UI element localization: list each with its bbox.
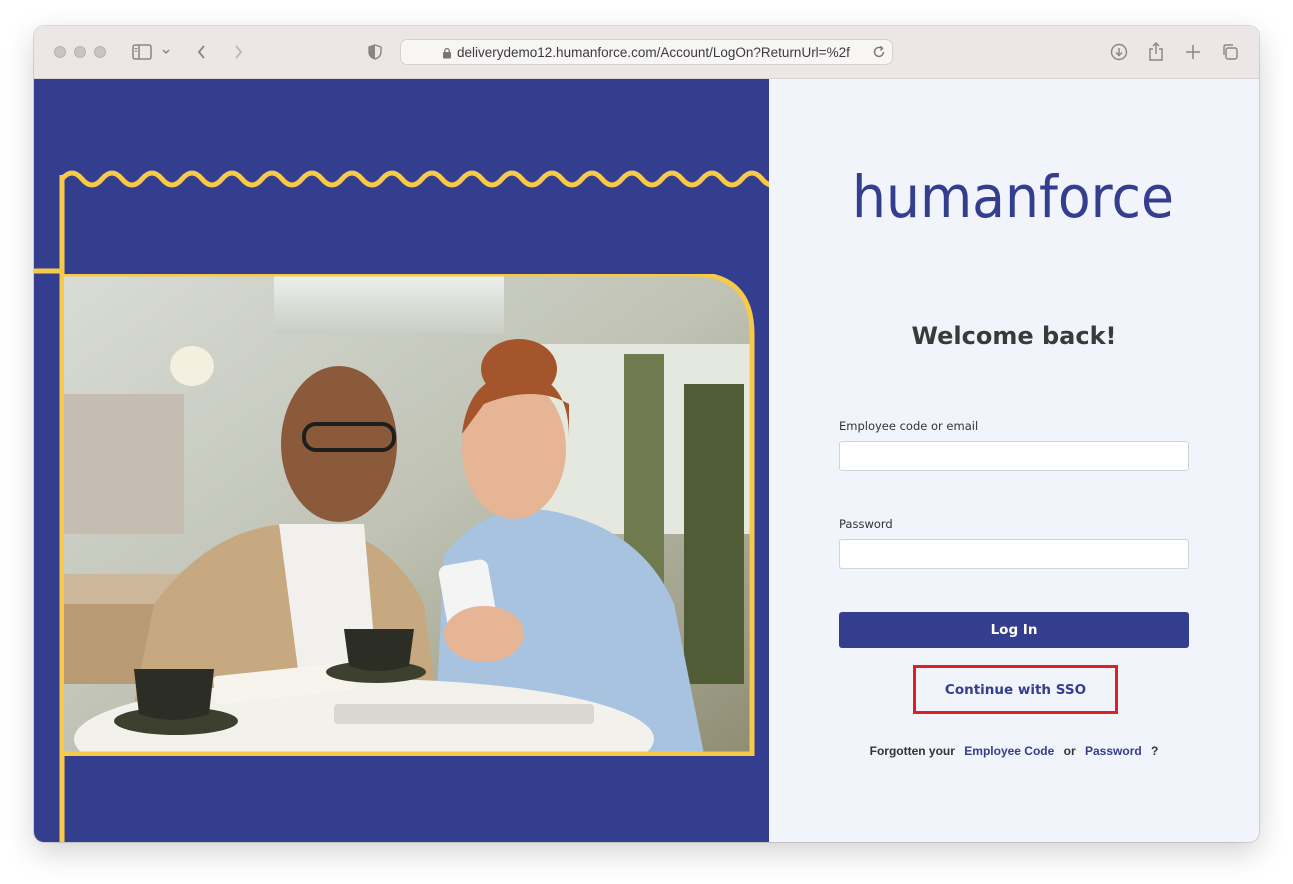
download-icon[interactable] (1107, 40, 1131, 64)
logo-text: humanforce (852, 167, 1174, 231)
humanforce-logo-mark: humanforce (852, 163, 1174, 231)
share-icon[interactable] (1144, 40, 1168, 64)
browser-window: deliverydemo12.humanforce.com/Account/Lo… (34, 26, 1259, 842)
close-window-button[interactable] (54, 46, 66, 58)
address-bar[interactable]: deliverydemo12.humanforce.com/Account/Lo… (400, 39, 893, 65)
chevron-right-icon[interactable] (226, 40, 250, 64)
chevron-left-icon[interactable] (190, 40, 214, 64)
shield-icon[interactable] (363, 40, 387, 64)
minimize-window-button[interactable] (74, 46, 86, 58)
hero-photo (64, 271, 756, 757)
page-content: humanforce Welcome back! Employee code o… (34, 79, 1259, 842)
zoom-window-button[interactable] (94, 46, 106, 58)
forgot-suffix: ? (1151, 744, 1159, 758)
login-panel: humanforce Welcome back! Employee code o… (769, 79, 1259, 842)
lock-icon (442, 46, 452, 64)
welcome-heading: Welcome back! (911, 322, 1117, 350)
forgot-or-text: or (1063, 744, 1076, 758)
employee-code-input[interactable] (839, 441, 1189, 471)
password-label: Password (839, 517, 893, 531)
people-at-cafe-image (64, 271, 755, 757)
forgot-credentials-row: Forgotten your Employee Code or Password… (769, 744, 1259, 758)
url-text: deliverydemo12.humanforce.com/Account/Lo… (457, 45, 850, 60)
forgot-prefix: Forgotten your (869, 744, 955, 758)
reload-icon[interactable] (872, 45, 886, 64)
chevron-down-icon[interactable] (158, 40, 174, 64)
humanforce-logo: humanforce (852, 163, 1178, 237)
password-input[interactable] (839, 539, 1189, 569)
plus-icon[interactable] (1181, 40, 1205, 64)
continue-with-sso-button[interactable]: Continue with SSO (916, 668, 1115, 711)
hero-panel (34, 79, 769, 842)
browser-toolbar: deliverydemo12.humanforce.com/Account/Lo… (34, 26, 1259, 79)
login-button[interactable]: Log In (839, 612, 1189, 648)
tabs-overview-icon[interactable] (1218, 40, 1242, 64)
forgot-password-link[interactable]: Password (1085, 744, 1142, 758)
employee-code-label: Employee code or email (839, 419, 979, 433)
sidebar-icon[interactable] (130, 40, 154, 64)
forgot-employee-code-link[interactable]: Employee Code (964, 744, 1054, 758)
